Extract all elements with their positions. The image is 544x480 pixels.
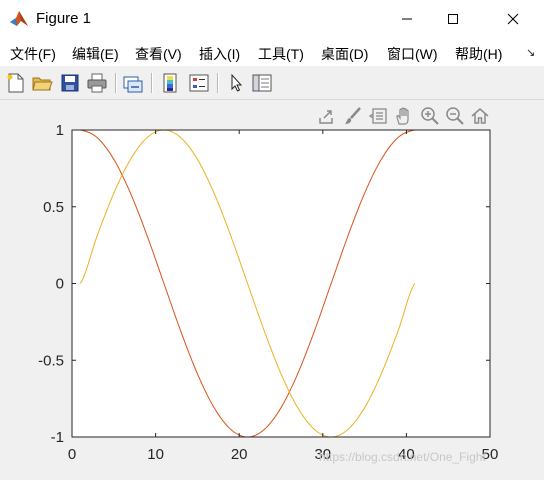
- y-tick-label: 0: [56, 276, 64, 293]
- plot-canvas[interactable]: 0 10 20 30 40 50-1-0.500.51: [0, 0, 544, 480]
- zoom-out-icon[interactable]: [445, 106, 465, 126]
- pan-hand-icon[interactable]: [394, 106, 414, 126]
- y-tick-label: -1: [51, 429, 64, 446]
- brush-icon[interactable]: [343, 106, 363, 126]
- x-tick-label: 20: [231, 446, 248, 463]
- zoom-in-icon[interactable]: [420, 106, 440, 126]
- y-tick-label: 0.5: [43, 199, 64, 216]
- axes-background: [72, 130, 490, 437]
- y-tick-label: -0.5: [38, 352, 64, 369]
- y-tick-label: 1: [56, 122, 64, 139]
- watermark-text: https://blog.csdn.net/One_Fight: [319, 450, 486, 464]
- home-restore-icon[interactable]: [470, 106, 490, 126]
- data-tips-icon[interactable]: [369, 106, 389, 126]
- x-tick-label: 0: [68, 446, 76, 463]
- x-tick-label: 10: [147, 446, 164, 463]
- export-icon[interactable]: [317, 106, 337, 126]
